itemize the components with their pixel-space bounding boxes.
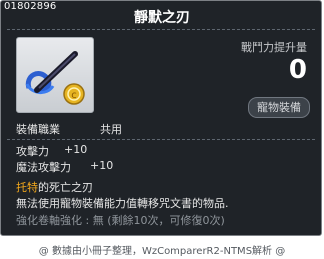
enhance-info: 強化卷軸強化 : 無 (剩餘10次，可修復0次) (16, 214, 225, 227)
set-name-rest: 的死亡之刃 (38, 181, 93, 194)
stat-value: +10 (90, 159, 114, 172)
item-name: 靜默之刃 (134, 10, 190, 26)
job-label: 裝備職業 (16, 123, 60, 136)
item-description: 無法使用寵物裝備能力值轉移咒文書的物品. (16, 197, 229, 210)
power-value: 0 (288, 55, 307, 85)
stat-label: 魔法攻擊力 (16, 161, 71, 174)
footer-credit: @ 數據由小冊子整理，WzComparerR2-NTMS解析 @ (38, 246, 286, 257)
power-label: 戰鬥力提升量 (241, 41, 307, 54)
blade-pet-equip-icon: c (25, 51, 85, 105)
category-badge: 寵物裝備 (248, 97, 310, 118)
stat-row: 魔法攻擊力 +10 (16, 159, 113, 175)
stat-row: 攻擊力 +10 (16, 143, 87, 159)
set-name: 托特的死亡之刃 (16, 179, 93, 195)
item-icon-frame: c (16, 37, 94, 113)
stat-value: +10 (64, 143, 88, 156)
divider (7, 139, 315, 140)
svg-text:c: c (71, 90, 77, 101)
divider (7, 29, 315, 30)
job-value: 共用 (100, 123, 122, 136)
stat-label: 攻擊力 (16, 145, 49, 158)
set-name-highlight: 托特 (16, 181, 38, 194)
item-tooltip: 01802896 靜默之刃 c 戰鬥力提升量 0 寵物裝備 裝備職業 共用 攻擊… (0, 0, 322, 236)
